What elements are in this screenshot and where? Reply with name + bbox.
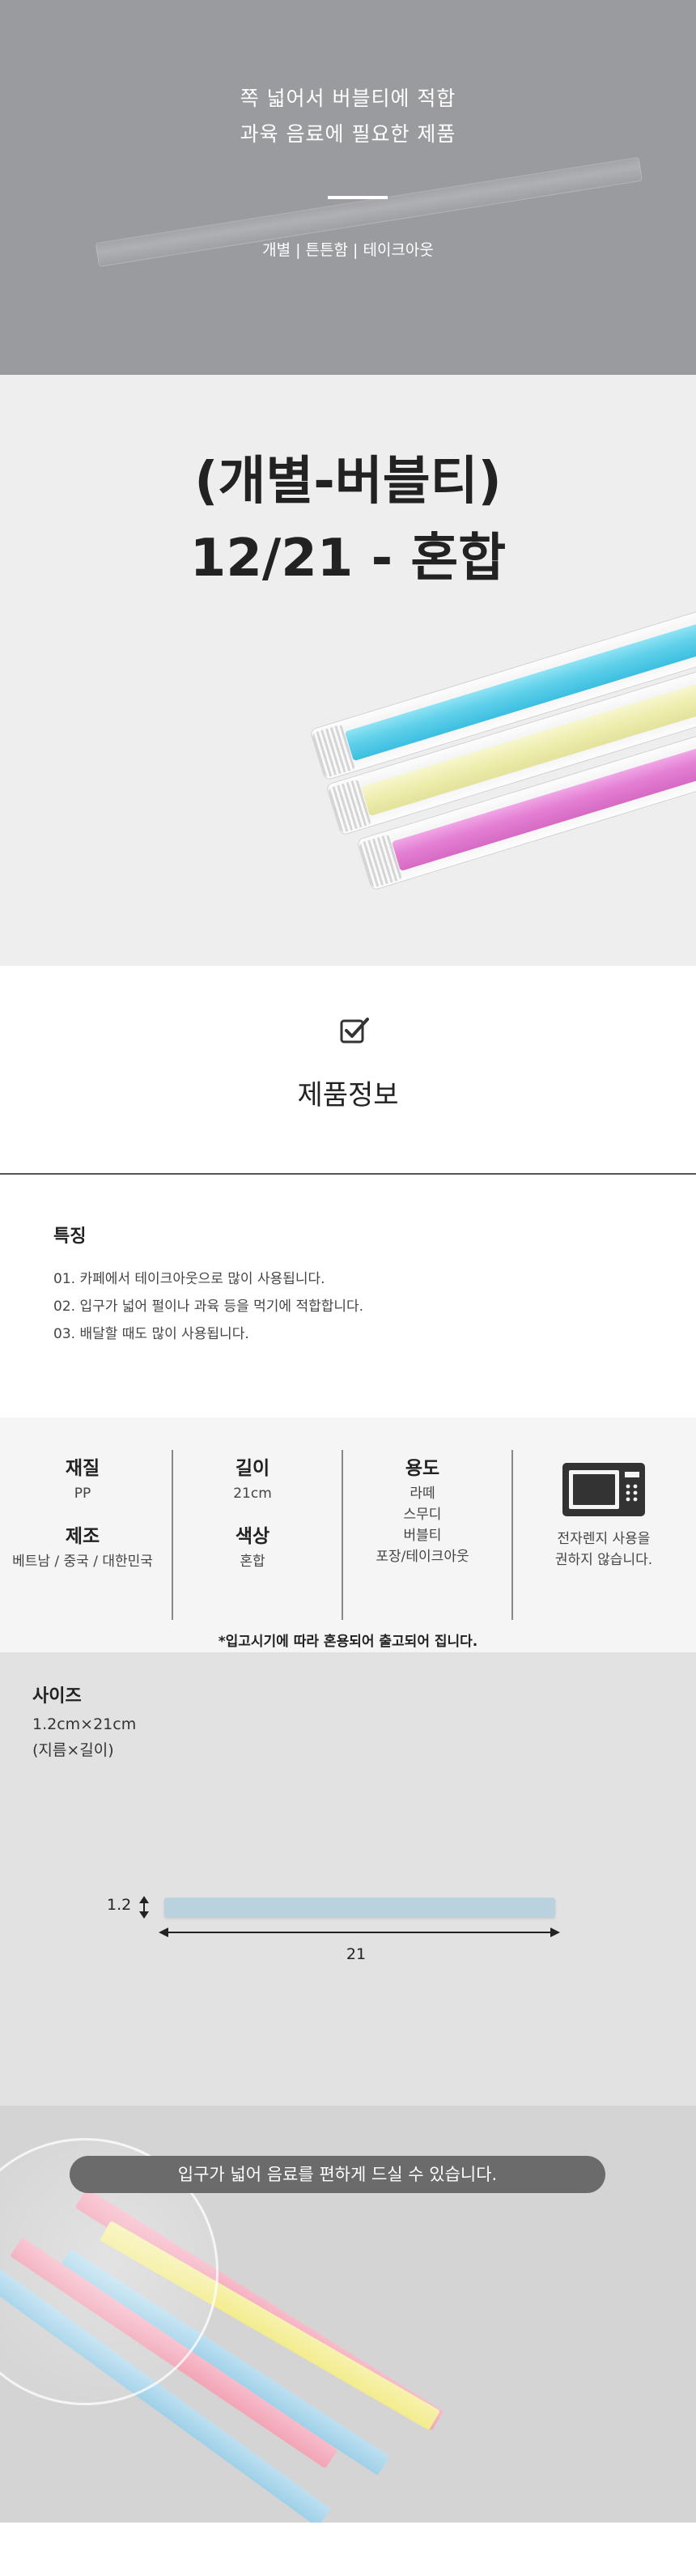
diameter-arrow-icon — [139, 1896, 149, 1919]
length-value: 21cm — [233, 1486, 272, 1502]
length-label: 21 — [346, 1945, 367, 1963]
straw-diagram — [164, 1898, 555, 1917]
checkbox-check-icon — [340, 1018, 369, 1044]
features-title: 특징 — [53, 1226, 87, 1247]
usage-value: 라떼 — [410, 1486, 435, 1502]
length-arrow-icon — [159, 1928, 560, 1937]
spec-table: 재질 PP 제조 베트남 / 중국 / 대한민국 길이 21cm 색상 혼합 용… — [0, 1418, 696, 1652]
list-item: 03. 배달할 때도 많이 사용됩니다. — [53, 1326, 249, 1342]
maker-value: 베트남 / 중국 / 대한민국 — [12, 1554, 153, 1570]
hero-headline-1: 쪽 넓어서 버블티에 적합 — [240, 87, 456, 110]
hero-banner: 쪽 넓어서 버블티에 적합 과육 음료에 필요한 제품 개별 | 튼튼함 | 테… — [0, 0, 696, 375]
microwave-warning-1: 전자렌지 사용을 — [557, 1531, 651, 1547]
features-section: 특징 01. 카페에서 테이크아웃으로 많이 사용됩니다. 02. 입구가 넓어… — [0, 1175, 696, 1418]
size-dimension: 1.2cm×21cm — [32, 1715, 137, 1733]
microwave-warning-2: 권하지 않습니다. — [554, 1552, 653, 1568]
size-section: 사이즈 1.2cm×21cm (지름×길이) 1.2 21 — [0, 1652, 696, 2106]
column-divider — [511, 1450, 513, 1620]
spec-col-usage: 용도 라떼 스무디 버블티 포장/테이크아웃 — [342, 1454, 503, 1567]
maker-label: 제조 — [65, 1526, 100, 1547]
usage-value: 버블티 — [403, 1528, 442, 1544]
color-label: 색상 — [235, 1526, 270, 1547]
material-label: 재질 — [65, 1458, 100, 1479]
page-footer-space — [0, 2523, 696, 2576]
photo-caption: 입구가 넓어 음료를 편하게 드실 수 있습니다. — [70, 2156, 605, 2193]
size-title: 사이즈 — [32, 1686, 82, 1707]
diameter-label: 1.2 — [107, 1896, 132, 1914]
product-info-title: 제품정보 — [297, 1079, 399, 1112]
hero-tags: 개별 | 튼튼함 | 테이크아웃 — [262, 241, 434, 259]
list-item: 01. 카페에서 테이크아웃으로 많이 사용됩니다. — [53, 1271, 325, 1287]
usage-value: 포장/테이크아웃 — [376, 1549, 469, 1565]
list-item: 02. 입구가 넓어 펄이나 과육 등을 먹기에 적합합니다. — [53, 1299, 364, 1315]
usage-label: 용도 — [405, 1458, 440, 1479]
spec-col-microwave: 전자렌지 사용을 권하지 않습니다. — [519, 1454, 689, 1571]
size-dimension-note: (지름×길이) — [32, 1741, 114, 1759]
product-title: (개별-버블티) — [194, 452, 502, 512]
spec-col-length: 길이 21cm 색상 혼합 — [172, 1454, 333, 1572]
microwave-icon — [562, 1463, 645, 1516]
product-title-section: (개별-버블티) 12/21 - 혼합 — [0, 375, 696, 966]
hero-headline-2: 과육 음료에 필요한 제품 — [240, 122, 456, 146]
product-subtitle: 12/21 - 혼합 — [189, 529, 507, 589]
hero-divider — [328, 196, 388, 199]
usage-value: 스무디 — [403, 1507, 442, 1523]
spec-col-material: 재질 PP 제조 베트남 / 중국 / 대한민국 — [2, 1454, 163, 1572]
material-value: PP — [74, 1486, 91, 1502]
product-detail-page: 쪽 넓어서 버블티에 적합 과육 음료에 필요한 제품 개별 | 튼튼함 | 테… — [0, 0, 696, 2576]
features-list: 01. 카페에서 테이크아웃으로 많이 사용됩니다. 02. 입구가 넓어 펄이… — [53, 1265, 363, 1348]
stock-note: *입고시기에 따라 혼용되어 출고되어 집니다. — [218, 1634, 478, 1650]
product-info-header: 제품정보 — [0, 966, 696, 1175]
usage-photo: 입구가 넓어 음료를 편하게 드실 수 있습니다. — [0, 2106, 696, 2523]
color-value: 혼합 — [240, 1554, 265, 1570]
length-label: 길이 — [235, 1458, 270, 1479]
